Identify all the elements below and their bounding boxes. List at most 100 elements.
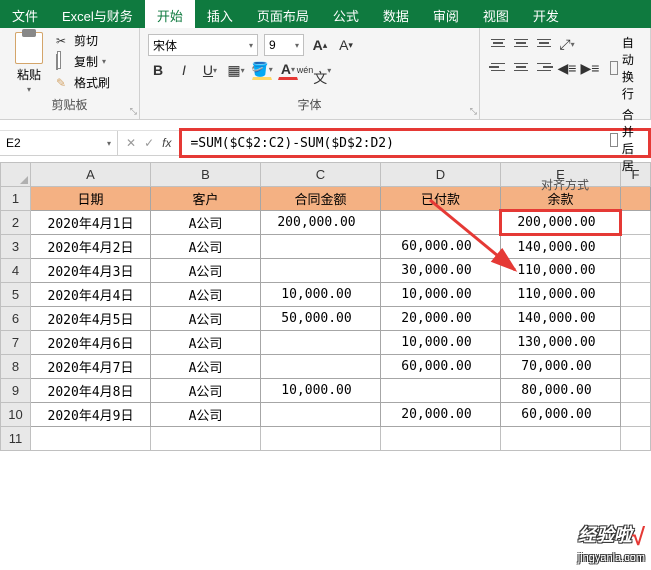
tab-insert[interactable]: 插入 xyxy=(195,0,245,28)
font-name-select[interactable]: 宋体▾ xyxy=(148,34,258,56)
cell[interactable]: 2020年4月3日 xyxy=(31,259,151,283)
cell[interactable] xyxy=(261,355,381,379)
select-all-button[interactable] xyxy=(1,163,31,187)
tab-view[interactable]: 视图 xyxy=(471,0,521,28)
row-header[interactable]: 8 xyxy=(1,355,31,379)
wrap-text-button[interactable]: 自动换行 xyxy=(610,32,642,104)
cell[interactable]: 110,000.00 xyxy=(501,283,621,307)
tab-layout[interactable]: 页面布局 xyxy=(245,0,321,28)
tab-home[interactable]: 开始 xyxy=(145,0,195,28)
row-header[interactable]: 3 xyxy=(1,235,31,259)
cell[interactable]: 10,000.00 xyxy=(261,283,381,307)
row-header[interactable]: 6 xyxy=(1,307,31,331)
confirm-icon[interactable]: ✓ xyxy=(144,136,154,150)
dialog-launcher-icon[interactable]: ⤡ xyxy=(130,106,137,117)
orientation-button[interactable]: ⤢▾ xyxy=(557,34,577,54)
cell[interactable]: A公司 xyxy=(151,211,261,235)
align-left-button[interactable] xyxy=(488,58,508,76)
cell[interactable]: A公司 xyxy=(151,307,261,331)
cell[interactable] xyxy=(261,235,381,259)
col-header-a[interactable]: A xyxy=(31,163,151,187)
col-header-b[interactable]: B xyxy=(151,163,261,187)
cell[interactable] xyxy=(261,259,381,283)
cell[interactable] xyxy=(501,427,621,451)
underline-button[interactable]: U▾ xyxy=(200,60,220,80)
cell[interactable] xyxy=(381,379,501,403)
cell[interactable]: 30,000.00 xyxy=(381,259,501,283)
cell[interactable]: 130,000.00 xyxy=(501,331,621,355)
tab-data[interactable]: 数据 xyxy=(371,0,421,28)
cell-header-customer[interactable]: 客户 xyxy=(151,187,261,211)
cell[interactable] xyxy=(621,403,651,427)
cell[interactable]: A公司 xyxy=(151,283,261,307)
cancel-icon[interactable]: ✕ xyxy=(126,136,136,150)
cell[interactable]: A公司 xyxy=(151,331,261,355)
cell[interactable] xyxy=(261,427,381,451)
cell[interactable]: 140,000.00 xyxy=(501,307,621,331)
font-size-select[interactable]: 9▾ xyxy=(264,34,304,56)
italic-button[interactable]: I xyxy=(174,60,194,80)
tab-review[interactable]: 审阅 xyxy=(421,0,471,28)
row-header[interactable]: 10 xyxy=(1,403,31,427)
cell[interactable]: 200,000.00 xyxy=(261,211,381,235)
cell[interactable]: 50,000.00 xyxy=(261,307,381,331)
cell[interactable]: 2020年4月8日 xyxy=(31,379,151,403)
cell[interactable]: 2020年4月2日 xyxy=(31,235,151,259)
cell-header-date[interactable]: 日期 xyxy=(31,187,151,211)
row-header[interactable]: 11 xyxy=(1,427,31,451)
paste-button[interactable]: 粘贴 ▾ xyxy=(8,32,50,94)
font-color-button[interactable]: A▾ xyxy=(278,60,298,80)
cell[interactable]: 20,000.00 xyxy=(381,307,501,331)
cell[interactable] xyxy=(621,235,651,259)
cell[interactable]: 60,000.00 xyxy=(381,355,501,379)
align-top-button[interactable] xyxy=(488,34,508,52)
tab-dev[interactable]: 开发 xyxy=(521,0,571,28)
cell-header-amount[interactable]: 合同金额 xyxy=(261,187,381,211)
cell[interactable] xyxy=(261,331,381,355)
increase-indent-button[interactable]: ▶≡ xyxy=(580,58,600,78)
cell[interactable]: 60,000.00 xyxy=(381,235,501,259)
cell[interactable]: 10,000.00 xyxy=(261,379,381,403)
cell[interactable]: 2020年4月7日 xyxy=(31,355,151,379)
cut-button[interactable]: ✂ 剪切 xyxy=(56,32,110,49)
cell[interactable] xyxy=(381,427,501,451)
fx-icon[interactable]: fx xyxy=(162,136,171,150)
cell[interactable]: 2020年4月9日 xyxy=(31,403,151,427)
cell[interactable] xyxy=(151,427,261,451)
fill-color-button[interactable]: 🪣▾ xyxy=(252,60,272,80)
col-header-c[interactable]: C xyxy=(261,163,381,187)
format-painter-button[interactable]: ✎ 格式刷 xyxy=(56,74,110,91)
dialog-launcher-icon[interactable]: ⤡ xyxy=(470,106,477,117)
name-box[interactable]: E2▾ xyxy=(0,131,118,155)
cell[interactable]: A公司 xyxy=(151,355,261,379)
align-right-button[interactable] xyxy=(534,58,554,76)
cell[interactable] xyxy=(31,427,151,451)
cell[interactable] xyxy=(261,403,381,427)
cell[interactable] xyxy=(621,331,651,355)
merge-center-button[interactable]: 合并后居 xyxy=(610,104,642,176)
cell[interactable]: A公司 xyxy=(151,379,261,403)
cell[interactable] xyxy=(621,259,651,283)
row-header[interactable]: 4 xyxy=(1,259,31,283)
cell[interactable]: 10,000.00 xyxy=(381,331,501,355)
cell[interactable]: A公司 xyxy=(151,259,261,283)
decrease-indent-button[interactable]: ◀≡ xyxy=(557,58,577,78)
copy-button[interactable]: 复制 ▾ xyxy=(56,53,110,70)
cell[interactable] xyxy=(621,211,651,235)
tab-excel-finance[interactable]: Excel与财务 xyxy=(50,0,145,28)
cell[interactable]: A公司 xyxy=(151,403,261,427)
align-center-button[interactable] xyxy=(511,58,531,76)
cell[interactable]: 110,000.00 xyxy=(501,259,621,283)
tab-formula[interactable]: 公式 xyxy=(321,0,371,28)
cell[interactable]: 10,000.00 xyxy=(381,283,501,307)
cell[interactable] xyxy=(621,283,651,307)
row-header[interactable]: 2 xyxy=(1,211,31,235)
cell[interactable] xyxy=(621,379,651,403)
cell[interactable]: 2020年4月4日 xyxy=(31,283,151,307)
cell[interactable] xyxy=(621,307,651,331)
align-middle-button[interactable] xyxy=(511,34,531,52)
cell[interactable]: 2020年4月6日 xyxy=(31,331,151,355)
decrease-font-button[interactable]: A▾ xyxy=(336,35,356,55)
align-bottom-button[interactable] xyxy=(534,34,554,52)
cell[interactable] xyxy=(621,427,651,451)
